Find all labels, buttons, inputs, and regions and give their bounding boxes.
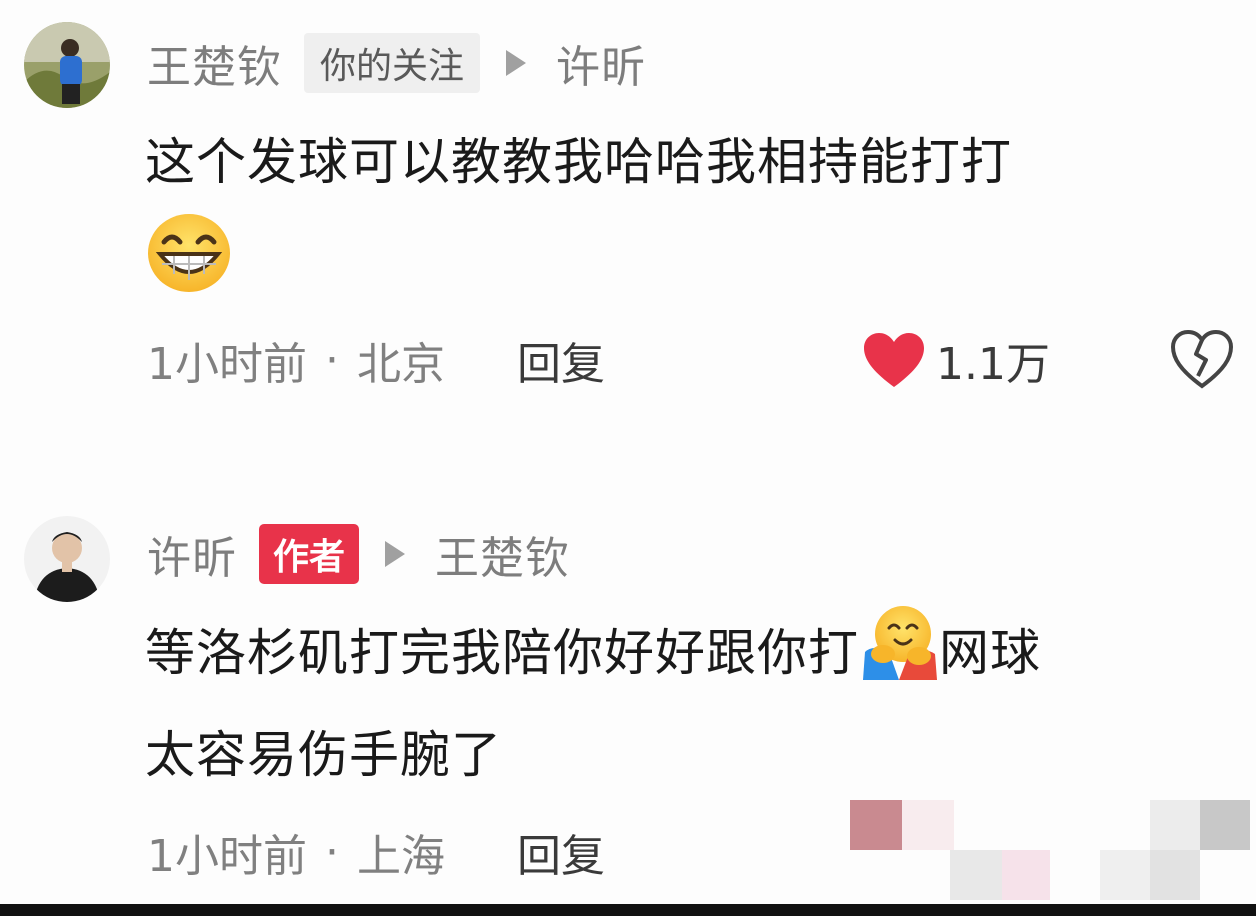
mosaic-block bbox=[1150, 850, 1200, 900]
comment-location: 上海 bbox=[357, 831, 445, 882]
avatar-image bbox=[24, 22, 110, 108]
reply-button[interactable]: 回复 bbox=[517, 820, 605, 884]
like-button[interactable]: 1.1万 bbox=[862, 330, 1050, 390]
mosaic-block bbox=[1002, 850, 1050, 900]
like-count: 1.1万 bbox=[936, 339, 1050, 390]
meta-separator: · bbox=[325, 826, 339, 878]
comment-text: 等洛杉矶打完我陪你好好跟你打 网球太容易伤手腕了 bbox=[145, 604, 1245, 801]
reply-button[interactable]: 回复 bbox=[517, 328, 605, 392]
comment-text: 这个发球可以教教我哈哈我相持能打打 bbox=[145, 116, 1245, 208]
comment-text-content: 等洛杉矶打完我陪你好好跟你打 bbox=[145, 624, 859, 682]
hugging-face-emoji bbox=[859, 604, 939, 709]
dislike-button[interactable] bbox=[1170, 328, 1234, 389]
comment-location: 北京 bbox=[357, 339, 445, 390]
heart-icon bbox=[864, 333, 924, 387]
comment-text-line2: 太容易伤手腕了 bbox=[145, 726, 502, 784]
avatar[interactable] bbox=[24, 516, 110, 602]
broken-heart-icon bbox=[1170, 329, 1234, 389]
reply-to-username[interactable]: 王楚钦 bbox=[435, 522, 570, 586]
avatar[interactable] bbox=[24, 22, 110, 108]
comment-text-content: 这个发球可以教教我哈哈我相持能打打 bbox=[145, 133, 1012, 191]
grinning-face-emoji bbox=[146, 212, 232, 298]
following-badge: 你的关注 bbox=[304, 33, 481, 93]
username[interactable]: 王楚钦 bbox=[147, 31, 282, 95]
reply-to-username[interactable]: 许昕 bbox=[556, 31, 646, 95]
reply-arrow-icon bbox=[385, 541, 406, 567]
comment-time: 1小时前 bbox=[147, 831, 307, 882]
mosaic-block bbox=[950, 850, 1002, 900]
meta-separator: · bbox=[325, 334, 339, 386]
comment-text-content-continued: 网球 bbox=[939, 624, 1041, 682]
mosaic-block bbox=[902, 800, 954, 850]
mosaic-block bbox=[1200, 800, 1250, 850]
reply-arrow-icon bbox=[506, 50, 527, 76]
mosaic-block bbox=[850, 800, 902, 850]
username[interactable]: 许昕 bbox=[147, 522, 237, 586]
bottom-edge-bar bbox=[0, 904, 1256, 916]
author-badge: 作者 bbox=[259, 524, 360, 584]
comment-header: 王楚钦 你的关注 许昕 bbox=[147, 33, 646, 93]
comment-thread: 王楚钦 你的关注 许昕 这个发球可以教教我哈哈我相持能打打 1小时前 · 北京 … bbox=[0, 0, 1256, 916]
mosaic-block bbox=[1100, 850, 1150, 900]
comment-meta: 1小时前 · 北京 回复 bbox=[147, 328, 605, 392]
comment-time: 1小时前 bbox=[147, 339, 307, 390]
mosaic-block bbox=[1150, 800, 1200, 850]
avatar-image bbox=[24, 516, 110, 602]
comment-meta: 1小时前 · 上海 回复 bbox=[147, 820, 605, 884]
comment-header: 许昕 作者 王楚钦 bbox=[147, 524, 570, 584]
